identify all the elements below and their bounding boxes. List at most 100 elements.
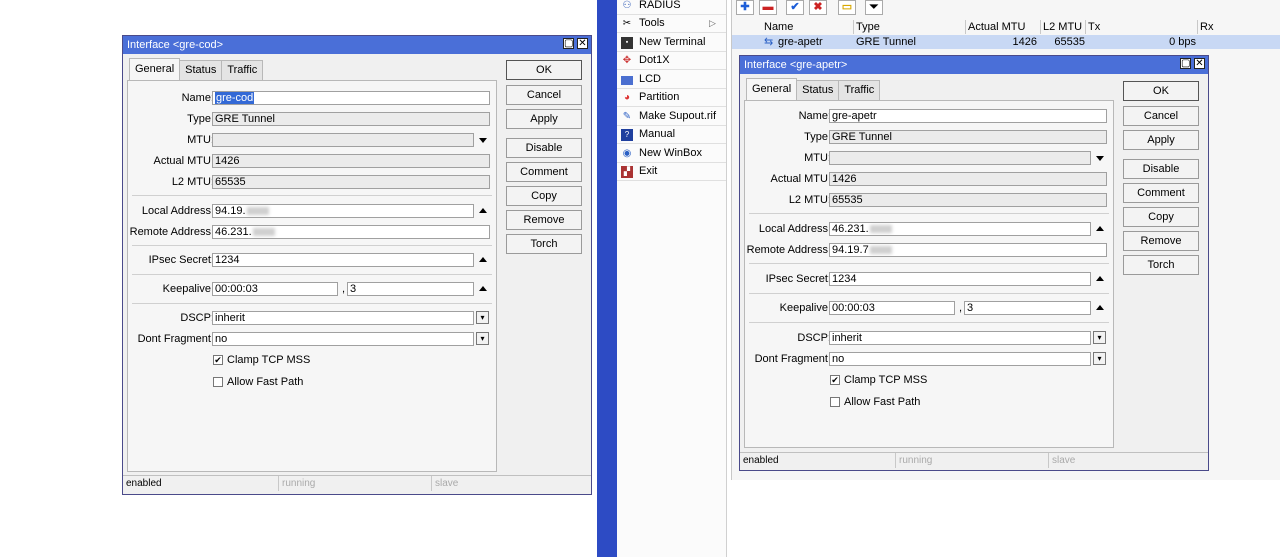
keepalive-retries-input[interactable]: 3 bbox=[964, 301, 1091, 315]
copy-button[interactable]: Copy bbox=[506, 186, 582, 206]
remote-address-input[interactable]: 46.231. bbox=[212, 225, 490, 239]
enable-icon[interactable]: ✔ bbox=[786, 0, 804, 15]
allow-fast-path-checkbox[interactable] bbox=[830, 397, 840, 407]
menu-item-new-terminal[interactable]: ▪ New Terminal bbox=[617, 34, 726, 52]
keepalive-interval-input[interactable]: 00:00:03 bbox=[829, 301, 955, 315]
general-panel: Name: gre-cod Type: GRE Tunnel MTU: Actu… bbox=[127, 80, 497, 472]
menu-item-tools[interactable]: ✂ Tools ▷ bbox=[617, 15, 726, 33]
keepalive-interval-input[interactable]: 00:00:03 bbox=[212, 282, 338, 296]
name-input[interactable]: gre-apetr bbox=[829, 109, 1107, 123]
menu-item-radius[interactable]: ⚇ RADIUS bbox=[617, 0, 726, 15]
local-address-collapse-icon[interactable] bbox=[1096, 226, 1104, 231]
redacted-blur bbox=[246, 207, 269, 216]
dont-fragment-select[interactable]: no bbox=[212, 332, 474, 346]
keepalive-collapse-icon[interactable] bbox=[479, 286, 487, 291]
ipsec-collapse-icon[interactable] bbox=[479, 257, 487, 262]
mtu-dropdown-icon[interactable] bbox=[479, 138, 487, 143]
menu-item-partition[interactable]: ◕ Partition bbox=[617, 89, 726, 107]
mtu-input[interactable] bbox=[212, 133, 474, 147]
clamp-tcp-mss-checkbox[interactable]: ✔ bbox=[830, 375, 840, 385]
supout-icon: ✎ bbox=[622, 111, 632, 122]
tab-traffic[interactable]: Traffic bbox=[838, 80, 881, 100]
remove-icon[interactable]: ▬ bbox=[759, 0, 777, 15]
column-header-l2-mtu[interactable]: L2 MTU bbox=[1041, 20, 1086, 34]
maximize-icon[interactable]: ▢ bbox=[1180, 58, 1191, 69]
ipsec-secret-input[interactable]: 1234 bbox=[212, 253, 474, 267]
tab-general[interactable]: General bbox=[129, 58, 181, 80]
menu-item-make-supout[interactable]: ✎ Make Supout.rif bbox=[617, 108, 726, 126]
row-tx: 0 bps bbox=[1169, 36, 1196, 48]
torch-button[interactable]: Torch bbox=[506, 234, 582, 254]
cancel-button[interactable]: Cancel bbox=[1123, 106, 1199, 126]
tab-status[interactable]: Status bbox=[179, 60, 223, 80]
name-input[interactable]: gre-cod bbox=[212, 91, 490, 105]
dont-fragment-dropdown-icon[interactable]: ▾ bbox=[476, 332, 489, 345]
ok-button[interactable]: OK bbox=[1123, 81, 1199, 101]
cancel-button[interactable]: Cancel bbox=[506, 85, 582, 105]
local-address-collapse-icon[interactable] bbox=[479, 208, 487, 213]
remove-button[interactable]: Remove bbox=[1123, 231, 1199, 251]
winbox-icon: ◉ bbox=[622, 148, 632, 159]
comment-button[interactable]: Comment bbox=[506, 162, 582, 182]
local-address-input[interactable]: 46.231. bbox=[829, 222, 1091, 236]
close-icon[interactable]: ✕ bbox=[1194, 58, 1205, 69]
ipsec-collapse-icon[interactable] bbox=[1096, 276, 1104, 281]
comment-icon[interactable]: ▭ bbox=[838, 0, 856, 15]
column-header-rx[interactable]: Rx bbox=[1198, 20, 1280, 34]
dont-fragment-dropdown-icon[interactable]: ▾ bbox=[1093, 352, 1106, 365]
menu-item-exit[interactable]: ▞ Exit bbox=[617, 163, 726, 181]
clamp-tcp-mss-checkbox[interactable]: ✔ bbox=[213, 355, 223, 365]
apply-button[interactable]: Apply bbox=[1123, 130, 1199, 150]
partition-icon: ◕ bbox=[623, 92, 631, 103]
tab-traffic[interactable]: Traffic bbox=[221, 60, 264, 80]
tools-icon: ✂ bbox=[622, 18, 632, 29]
menu-item-new-winbox[interactable]: ◉ New WinBox bbox=[617, 145, 726, 163]
mtu-input[interactable] bbox=[829, 151, 1091, 165]
row-actual-mtu: 1426 bbox=[1012, 36, 1037, 48]
keepalive-retries-input[interactable]: 3 bbox=[347, 282, 474, 296]
torch-button[interactable]: Torch bbox=[1123, 255, 1199, 275]
remote-address-input[interactable]: 94.19.7 bbox=[829, 243, 1107, 257]
dont-fragment-select[interactable]: no bbox=[829, 352, 1091, 366]
apply-button[interactable]: Apply bbox=[506, 109, 582, 129]
dscp-dropdown-icon[interactable]: ▾ bbox=[1093, 331, 1106, 344]
label-l2-mtu: L2 MTU: bbox=[788, 194, 831, 206]
mtu-dropdown-icon[interactable] bbox=[1096, 156, 1104, 161]
dscp-dropdown-icon[interactable]: ▾ bbox=[476, 311, 489, 324]
tab-status[interactable]: Status bbox=[796, 80, 840, 100]
dot1x-icon: ✥ bbox=[622, 55, 632, 66]
copy-button[interactable]: Copy bbox=[1123, 207, 1199, 227]
ipsec-secret-input[interactable]: 1234 bbox=[829, 272, 1091, 286]
disable-button[interactable]: Disable bbox=[506, 138, 582, 158]
tab-general[interactable]: General bbox=[746, 78, 798, 100]
column-header-tx[interactable]: Tx bbox=[1086, 20, 1198, 34]
menu-item-manual[interactable]: ? Manual bbox=[617, 126, 726, 144]
remove-button[interactable]: Remove bbox=[506, 210, 582, 230]
local-address-input[interactable]: 94.19. bbox=[212, 204, 474, 218]
label-dscp: DSCP: bbox=[797, 332, 831, 344]
filter-icon[interactable]: ⏷ bbox=[865, 0, 883, 15]
l2-mtu-field: 65535 bbox=[212, 175, 490, 189]
allow-fast-path-checkbox[interactable] bbox=[213, 377, 223, 387]
status-running: running bbox=[278, 476, 430, 491]
main-menu: ⚇ RADIUS ✂ Tools ▷ ▪ New Terminal ✥ Dot1X LCD… bbox=[617, 0, 727, 557]
keepalive-collapse-icon[interactable] bbox=[1096, 305, 1104, 310]
maximize-icon[interactable]: ▢ bbox=[563, 38, 574, 49]
status-running: running bbox=[895, 453, 1047, 468]
disable-button[interactable]: Disable bbox=[1123, 159, 1199, 179]
dscp-select[interactable]: inherit bbox=[212, 311, 474, 325]
column-header-name[interactable]: Name bbox=[762, 20, 854, 34]
menu-item-lcd[interactable]: LCD bbox=[617, 71, 726, 89]
add-icon[interactable]: ✚ bbox=[736, 0, 754, 15]
column-header-actual-mtu[interactable]: Actual MTU bbox=[966, 20, 1041, 34]
row-l2-mtu: 65535 bbox=[1054, 36, 1085, 48]
dscp-select[interactable]: inherit bbox=[829, 331, 1091, 345]
column-header-type[interactable]: Type bbox=[854, 20, 966, 34]
close-icon[interactable]: ✕ bbox=[577, 38, 588, 49]
label-actual-mtu: Actual MTU: bbox=[153, 155, 214, 167]
comment-button[interactable]: Comment bbox=[1123, 183, 1199, 203]
table-row[interactable]: ⇆ gre-apetr GRE Tunnel 1426 65535 0 bps bbox=[732, 35, 1280, 49]
disable-icon[interactable]: ✖ bbox=[809, 0, 827, 15]
ok-button[interactable]: OK bbox=[506, 60, 582, 80]
menu-item-dot1x[interactable]: ✥ Dot1X bbox=[617, 52, 726, 70]
